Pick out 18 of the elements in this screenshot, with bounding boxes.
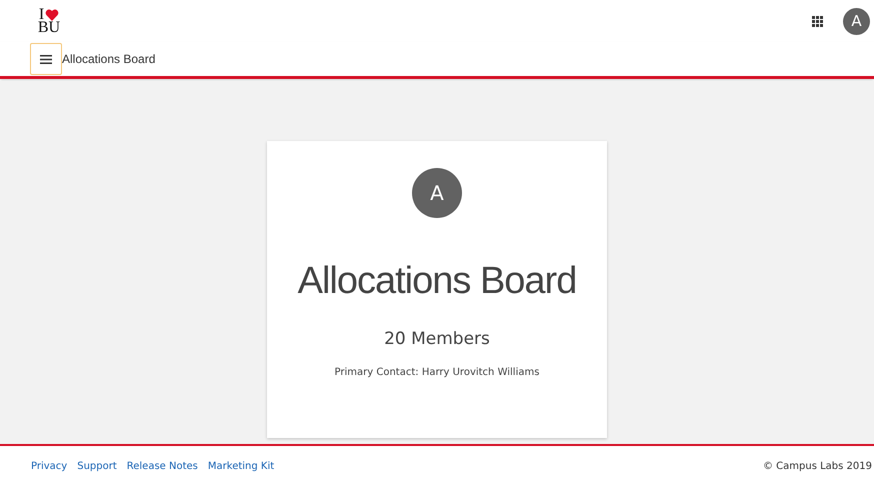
menu-icon xyxy=(40,54,52,64)
copyright: © Campus Labs 2019 xyxy=(763,461,872,472)
organization-name: Allocations Board xyxy=(298,260,576,303)
heart-icon xyxy=(45,8,60,20)
menu-button[interactable] xyxy=(30,43,62,75)
footer-link[interactable]: Support xyxy=(77,461,117,472)
primary-contact: Primary Contact: Harry Urovitch Williams xyxy=(334,367,540,378)
apps-grid-icon[interactable] xyxy=(812,16,823,26)
footer-link[interactable]: Release Notes xyxy=(126,461,198,472)
footer-link[interactable]: Marketing Kit xyxy=(208,461,274,472)
logo-text: BU xyxy=(38,21,60,34)
logo-text: I xyxy=(38,8,44,21)
page-title: Allocations Board xyxy=(62,52,156,66)
footer-link[interactable]: Privacy xyxy=(31,461,68,472)
logo[interactable]: I BU xyxy=(34,8,64,34)
user-avatar[interactable]: A xyxy=(843,8,870,34)
member-count: 20 Members xyxy=(384,329,490,349)
organization-avatar: A xyxy=(412,168,462,218)
